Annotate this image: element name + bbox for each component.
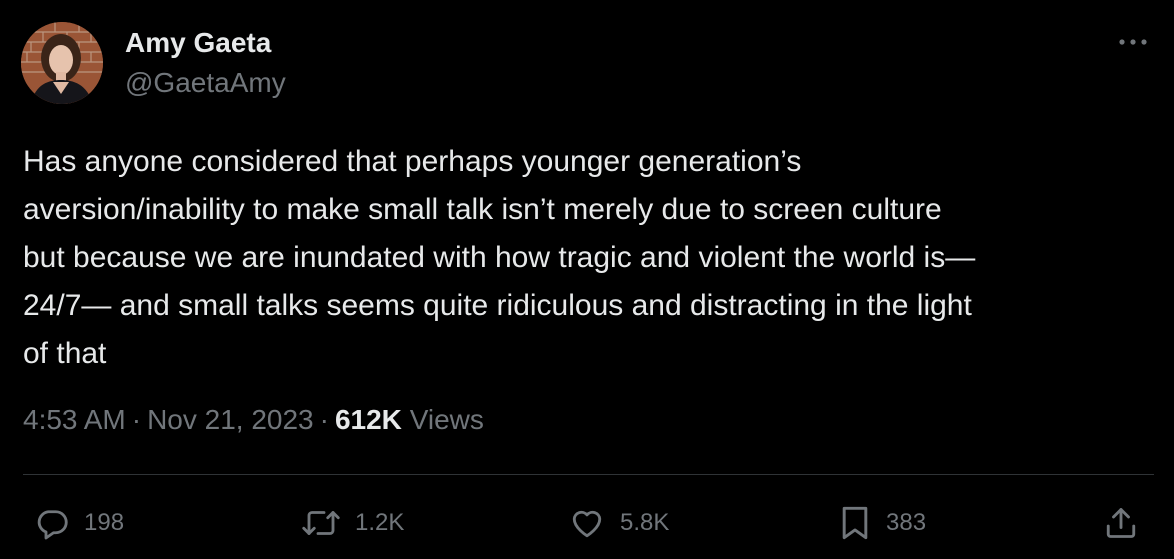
reply-count: 198 — [84, 509, 125, 536]
avatar[interactable] — [21, 22, 103, 104]
tweet-date[interactable]: Nov 21, 2023 — [147, 404, 314, 435]
like-button[interactable]: 5.8K — [568, 500, 669, 546]
more-options-button[interactable] — [1110, 24, 1156, 60]
tweet-meta: 4:53 AM · Nov 21, 2023 · 612K Views — [23, 404, 484, 436]
tweet-text: Has anyone considered that perhaps young… — [23, 145, 976, 370]
meta-separator: · — [319, 404, 329, 435]
repost-icon — [301, 505, 341, 541]
like-count: 5.8K — [620, 509, 670, 536]
share-icon — [1103, 504, 1139, 542]
divider — [23, 474, 1154, 475]
repost-button[interactable]: 1.2K — [301, 500, 404, 546]
bookmark-icon — [838, 504, 872, 542]
tweet-time[interactable]: 4:53 AM — [23, 404, 126, 435]
heart-icon — [568, 505, 606, 541]
reply-icon — [34, 505, 70, 541]
tweet-card: Amy Gaeta @GaetaAmy Has anyone considere… — [0, 0, 1174, 559]
views-count[interactable]: 612K — [335, 404, 402, 435]
share-button[interactable] — [1103, 500, 1139, 546]
author-display-name[interactable]: Amy Gaeta — [125, 27, 271, 59]
reply-button[interactable]: 198 — [34, 500, 124, 546]
meta-separator: · — [131, 404, 142, 435]
more-horizontal-icon — [1118, 33, 1148, 51]
author-handle[interactable]: @GaetaAmy — [125, 67, 286, 99]
repost-count: 1.2K — [355, 509, 405, 536]
views-label: Views — [409, 404, 484, 435]
bookmark-button[interactable]: 383 — [838, 500, 926, 546]
bookmark-count: 383 — [886, 509, 927, 536]
